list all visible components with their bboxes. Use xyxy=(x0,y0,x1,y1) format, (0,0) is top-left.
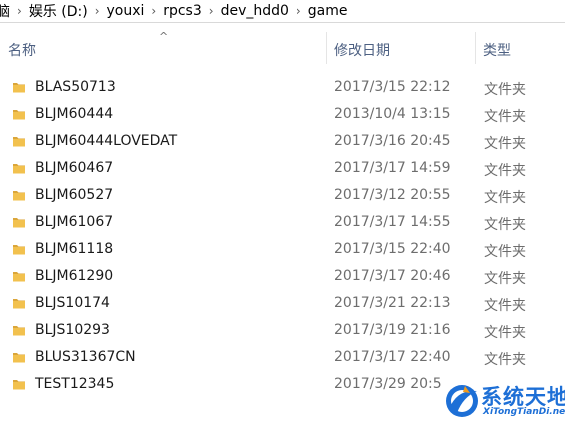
file-type: 文件夹 xyxy=(484,298,526,314)
sort-ascending-icon: ^ xyxy=(159,30,169,43)
column-header-type[interactable]: 类型 xyxy=(483,40,511,60)
folder-icon xyxy=(12,215,26,229)
file-name: BLJS10293 xyxy=(35,322,110,338)
folder-icon xyxy=(12,134,26,148)
column-header: ^ 名称 修改日期 类型 xyxy=(0,30,565,66)
chevron-right-icon[interactable]: › xyxy=(15,4,24,18)
folder-icon xyxy=(12,242,26,256)
file-row[interactable]: BLAS50713 2017/3/15 22:12 文件夹 xyxy=(0,74,565,101)
folder-icon xyxy=(12,350,26,364)
folder-icon xyxy=(12,161,26,175)
breadcrumb-item-this-pc[interactable]: 脑 xyxy=(0,1,15,21)
breadcrumb-item-drive[interactable]: 娱乐 (D:) xyxy=(24,1,93,21)
file-date-modified: 2017/3/21 22:13 xyxy=(334,295,451,311)
file-name: BLJM60444 xyxy=(35,106,114,122)
file-date-modified: 2017/3/17 14:59 xyxy=(334,160,451,176)
file-type: 文件夹 xyxy=(484,325,526,341)
file-type: 文件夹 xyxy=(484,352,526,368)
file-row[interactable]: BLJM61118 2017/3/15 22:40 文件夹 xyxy=(0,236,565,263)
folder-icon xyxy=(12,296,26,310)
file-name: BLJS10174 xyxy=(35,295,110,311)
file-date-modified: 2017/3/15 22:40 xyxy=(334,241,451,257)
file-row[interactable]: BLUS31367CN 2017/3/17 22:40 文件夹 xyxy=(0,344,565,371)
file-date-modified: 2017/3/17 22:40 xyxy=(334,349,451,365)
column-header-date-modified[interactable]: 修改日期 xyxy=(334,40,390,60)
file-row[interactable]: BLJM60444 2013/10/4 13:15 文件夹 xyxy=(0,101,565,128)
file-name: BLAS50713 xyxy=(35,79,116,95)
folder-icon xyxy=(12,377,26,391)
file-date-modified: 2017/3/16 20:45 xyxy=(334,133,451,149)
file-name: BLJM60527 xyxy=(35,187,114,203)
folder-icon xyxy=(12,269,26,283)
file-row[interactable]: BLJM60527 2017/3/12 20:55 文件夹 xyxy=(0,182,565,209)
file-row[interactable]: BLJM60444LOVEDAT 2017/3/16 20:45 文件夹 xyxy=(0,128,565,155)
file-row[interactable]: BLJS10174 2017/3/21 22:13 文件夹 xyxy=(0,290,565,317)
column-header-name[interactable]: 名称 xyxy=(8,40,36,60)
file-type: 文件夹 xyxy=(484,217,526,233)
column-divider[interactable] xyxy=(475,32,476,64)
file-date-modified: 2017/3/12 20:55 xyxy=(334,187,451,203)
file-type: 文件夹 xyxy=(484,271,526,287)
file-row[interactable]: BLJM61067 2017/3/17 14:55 文件夹 xyxy=(0,209,565,236)
file-name: BLJM60444LOVEDAT xyxy=(35,133,178,149)
chevron-right-icon[interactable]: › xyxy=(93,4,102,18)
column-divider[interactable] xyxy=(326,32,327,64)
folder-icon xyxy=(12,107,26,121)
site-logo-icon xyxy=(446,385,478,417)
chevron-right-icon[interactable]: › xyxy=(294,4,303,18)
file-row[interactable]: BLJM61290 2017/3/17 20:46 文件夹 xyxy=(0,263,565,290)
file-name: BLJM61118 xyxy=(35,241,114,257)
file-list: BLAS50713 2017/3/15 22:12 文件夹 BLJM60444 2013… xyxy=(0,74,565,398)
file-date-modified: 2017/3/29 20:5 xyxy=(334,376,442,392)
watermark-url: XiTongTianDi.net xyxy=(483,407,565,417)
file-type: 文件夹 xyxy=(484,190,526,206)
folder-icon xyxy=(12,323,26,337)
file-date-modified: 2017/3/19 21:16 xyxy=(334,322,451,338)
file-type: 文件夹 xyxy=(484,244,526,260)
file-date-modified: 2017/3/17 20:46 xyxy=(334,268,451,284)
file-type: 文件夹 xyxy=(484,82,526,98)
file-name: BLJM60467 xyxy=(35,160,114,176)
breadcrumb-item-dev-hdd0[interactable]: dev_hdd0 xyxy=(216,3,294,19)
breadcrumb-item-rpcs3[interactable]: rpcs3 xyxy=(158,3,207,19)
file-type: 文件夹 xyxy=(484,136,526,152)
file-name: BLUS31367CN xyxy=(35,349,136,365)
breadcrumb: 脑 › 娱乐 (D:) › youxi › rpcs3 › dev_hdd0 ›… xyxy=(0,0,565,23)
file-type: 文件夹 xyxy=(484,163,526,179)
file-date-modified: 2013/10/4 13:15 xyxy=(334,106,451,122)
folder-icon xyxy=(12,188,26,202)
file-date-modified: 2017/3/15 22:12 xyxy=(334,79,451,95)
folder-icon xyxy=(12,80,26,94)
breadcrumb-item-youxi[interactable]: youxi xyxy=(102,3,150,19)
chevron-right-icon[interactable]: › xyxy=(207,4,216,18)
file-name: BLJM61067 xyxy=(35,214,114,230)
file-type: 文件夹 xyxy=(484,109,526,125)
file-row[interactable]: BLJM60467 2017/3/17 14:59 文件夹 xyxy=(0,155,565,182)
file-name: TEST12345 xyxy=(35,376,115,392)
breadcrumb-item-game[interactable]: game xyxy=(303,3,353,19)
watermark: 系统天地 XiTongTianDi.net xyxy=(443,379,565,422)
file-date-modified: 2017/3/17 14:55 xyxy=(334,214,451,230)
file-row[interactable]: BLJS10293 2017/3/19 21:16 文件夹 xyxy=(0,317,565,344)
file-name: BLJM61290 xyxy=(35,268,114,284)
chevron-right-icon[interactable]: › xyxy=(149,4,158,18)
